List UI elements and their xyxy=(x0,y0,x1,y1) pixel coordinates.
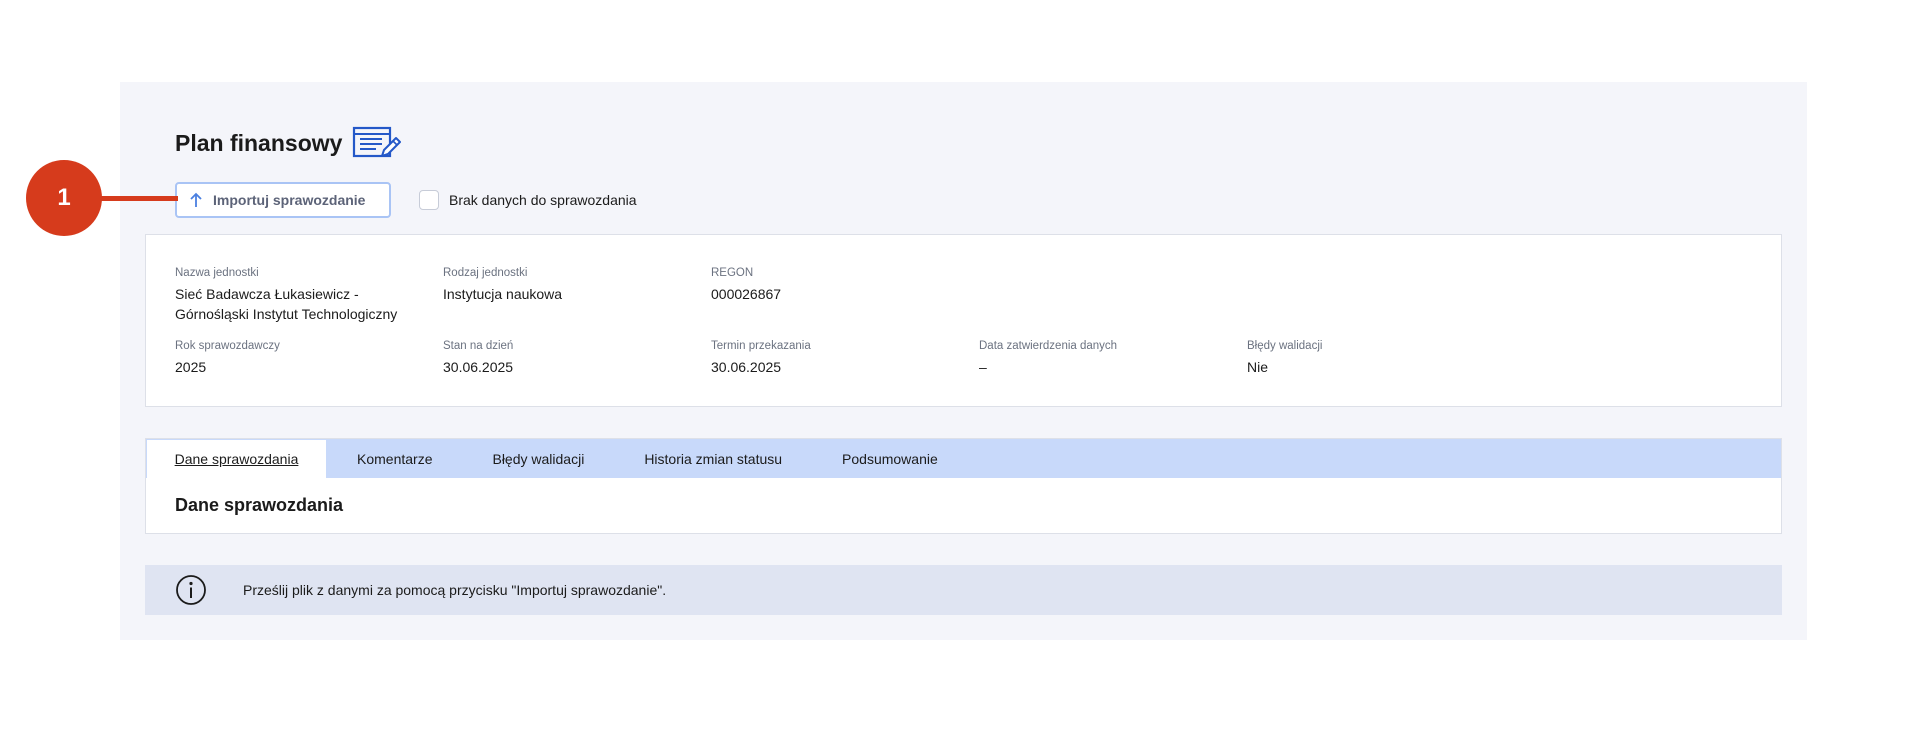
no-data-option[interactable]: Brak danych do sprawozdania xyxy=(419,190,637,210)
tab-podsumowanie[interactable]: Podsumowanie xyxy=(812,439,968,478)
field-value: 000026867 xyxy=(711,286,782,302)
field-value: 30.06.2025 xyxy=(443,359,514,375)
field-value: Sieć Badawcza Łukasiewicz - xyxy=(175,286,359,302)
tab-dane-sprawozdania[interactable]: Dane sprawozdania xyxy=(146,439,327,478)
field-value: 2025 xyxy=(175,359,207,375)
document-edit-icon xyxy=(353,126,402,158)
annotation-connector xyxy=(100,196,178,201)
field-value: Nie xyxy=(1247,359,1269,375)
no-data-label: Brak danych do sprawozdania xyxy=(449,192,637,208)
tab-historia-zmian-statusu[interactable]: Historia zmian statusu xyxy=(614,439,812,478)
action-row: Importuj sprawozdanie Brak danych do spr… xyxy=(175,182,637,218)
tabs-container: Dane sprawozdania Komentarze Błędy walid… xyxy=(145,438,1782,534)
tab-komentarze[interactable]: Komentarze xyxy=(327,439,462,478)
field-label: Błędy walidacji xyxy=(1247,340,1323,352)
field-stan-na-dzien: Stan na dzień 30.06.2025 xyxy=(443,340,513,377)
field-regon: REGON 000026867 xyxy=(711,267,781,304)
field-nazwa-jednostki: Nazwa jednostki Sieć Badawcza Łukasiewic… xyxy=(175,267,397,324)
annotation-number: 1 xyxy=(57,184,71,211)
field-label: Termin przekazania xyxy=(711,340,811,352)
field-data-zatwierdzenia: Data zatwierdzenia danych – xyxy=(979,340,1117,377)
field-value: Górnośląski Instytut Technologiczny xyxy=(175,306,398,322)
arrow-up-icon xyxy=(190,192,202,207)
field-label: Stan na dzień xyxy=(443,340,514,352)
info-notice: Prześlij plik z danymi za pomocą przycis… xyxy=(145,565,1782,615)
annotation-marker: 1 xyxy=(26,160,102,236)
notice-text: Prześlij plik z danymi za pomocą przycis… xyxy=(243,582,667,598)
field-rok-sprawozdawczy: Rok sprawozdawczy 2025 xyxy=(175,340,280,377)
field-label: Rodzaj jednostki xyxy=(443,267,528,279)
title-row: Plan finansowy xyxy=(175,126,402,160)
field-label: Nazwa jednostki xyxy=(175,267,259,279)
field-rodzaj-jednostki: Rodzaj jednostki Instytucja naukowa xyxy=(443,267,562,304)
no-data-checkbox[interactable] xyxy=(419,190,439,210)
import-report-button[interactable]: Importuj sprawozdanie xyxy=(175,182,391,218)
import-report-label: Importuj sprawozdanie xyxy=(213,192,366,208)
field-label: REGON xyxy=(711,267,754,279)
field-value: 30.06.2025 xyxy=(711,359,782,375)
info-icon xyxy=(176,575,206,605)
field-label: Data zatwierdzenia danych xyxy=(979,340,1118,352)
tab-bledy-walidacji[interactable]: Błędy walidacji xyxy=(462,439,614,478)
field-bledy-walidacji: Błędy walidacji Nie xyxy=(1247,340,1322,377)
field-value: – xyxy=(979,359,987,375)
field-termin-przekazania: Termin przekazania 30.06.2025 xyxy=(711,340,811,377)
field-value: Instytucja naukowa xyxy=(443,286,563,302)
unit-info-card: Nazwa jednostki Sieć Badawcza Łukasiewic… xyxy=(145,234,1782,407)
page-title: Plan finansowy xyxy=(175,129,343,156)
section-title: Dane sprawozdania xyxy=(175,495,344,515)
report-panel: Plan finansowy Importuj sprawozdanie Bra… xyxy=(120,82,1807,640)
tab-bar: Dane sprawozdania Komentarze Błędy walid… xyxy=(146,439,1781,478)
field-label: Rok sprawozdawczy xyxy=(175,340,280,352)
